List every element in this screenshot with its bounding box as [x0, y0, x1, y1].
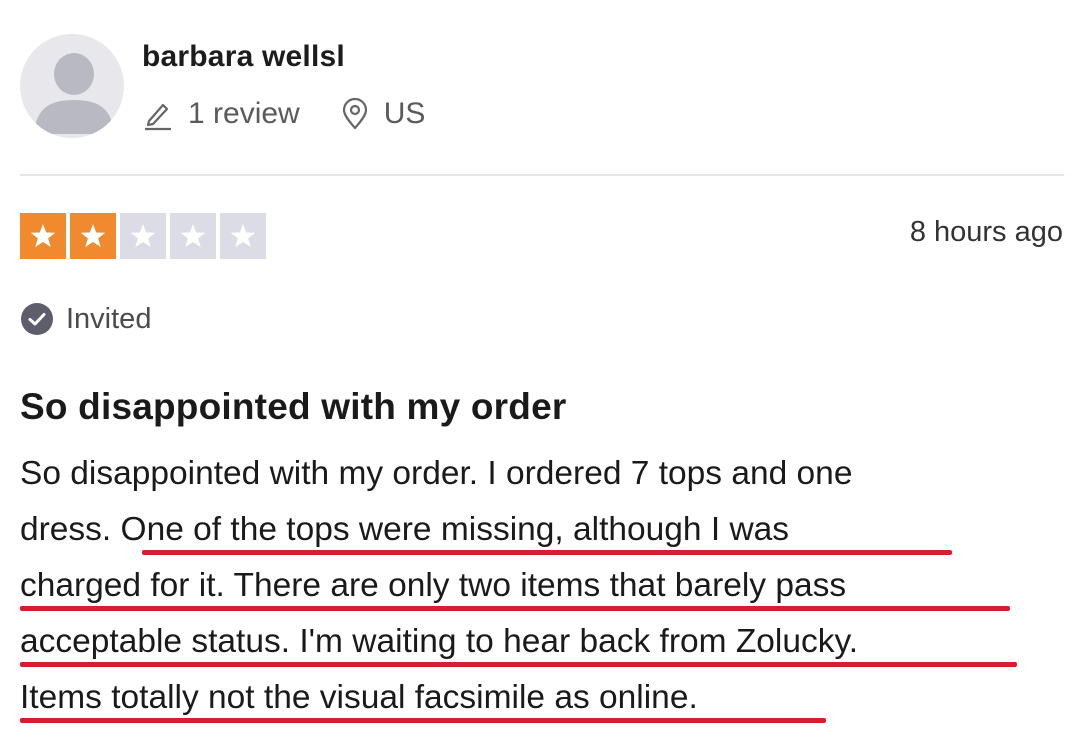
star-icon — [130, 224, 156, 247]
verification-badge[interactable]: Invited — [20, 302, 151, 336]
review-title[interactable]: So disappointed with my order — [20, 386, 566, 428]
consumer-location: US — [340, 97, 426, 131]
star-icon — [230, 224, 256, 247]
location-pin-icon — [340, 97, 372, 131]
star-icon — [30, 224, 56, 247]
star-rating — [20, 213, 266, 259]
checkmark-circle-icon — [20, 302, 54, 336]
highlighted-text: charged for it. There are only two items… — [20, 567, 847, 604]
person-silhouette-icon — [34, 53, 114, 134]
verification-label: Invited — [66, 302, 152, 335]
review-date: 8 hours ago — [909, 216, 1063, 248]
consumer-name[interactable]: barbara wellsl — [142, 40, 345, 74]
highlighted-text: One of the tops were missing, although I… — [120, 511, 790, 548]
star-empty — [220, 213, 266, 259]
pencil-icon — [142, 97, 174, 131]
star-icon — [80, 224, 106, 247]
annotation-underline — [20, 662, 1017, 667]
highlighted-text: acceptable status. I'm waiting to hear b… — [20, 623, 859, 660]
annotation-underline — [142, 550, 952, 555]
country-label: US — [383, 97, 426, 130]
annotation-underline — [20, 718, 826, 723]
review-body-text: So disappointed with my order. I ordered… — [20, 455, 853, 492]
review-body: So disappointed with my order. I ordered… — [20, 446, 1060, 726]
annotation-underline — [20, 606, 1010, 611]
star-empty — [120, 213, 166, 259]
highlighted-text: Items totally not the visual facsimile a… — [20, 679, 698, 716]
review-card: barbara wellsl 1 review US 8 hours ago I… — [0, 0, 1080, 742]
review-body-line: So disappointed with my order. I ordered… — [20, 446, 1060, 502]
review-count-label: 1 review — [188, 97, 300, 130]
review-count: 1 review — [142, 97, 300, 131]
star-icon — [180, 224, 206, 247]
consumer-meta: 1 review US — [142, 94, 425, 134]
star-filled — [20, 213, 66, 259]
review-body-text: dress. — [20, 511, 121, 548]
consumer-avatar[interactable] — [20, 34, 124, 138]
star-filled — [70, 213, 116, 259]
star-empty — [170, 213, 216, 259]
divider — [20, 174, 1064, 176]
